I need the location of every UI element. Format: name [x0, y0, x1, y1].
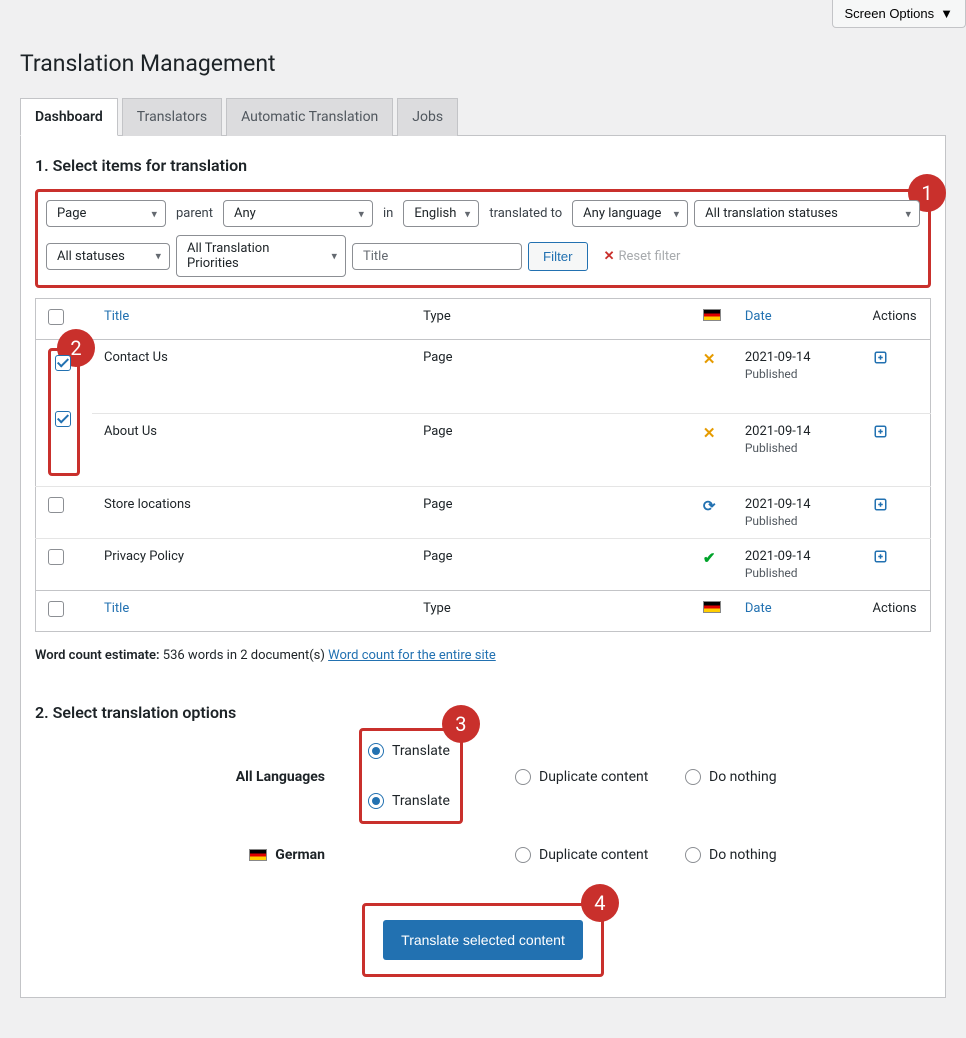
select-all-checkbox-footer[interactable]	[48, 601, 64, 617]
screen-options-button[interactable]: Screen Options ▼	[832, 0, 966, 28]
row-type: Page	[411, 487, 691, 539]
filter-box: 1 Page parent Any in English translated …	[35, 189, 931, 288]
radio-all-nothing[interactable]: Do nothing	[685, 769, 835, 785]
items-table: Title Type Date Actions 2	[35, 298, 931, 632]
table-row: Store locations Page ⟳ 2021-09-14 Publis…	[36, 487, 931, 539]
add-translation-icon[interactable]	[873, 504, 891, 519]
label-translated-to: translated to	[485, 206, 566, 221]
word-count-text: 536 words in 2 document(s)	[163, 648, 325, 663]
row-type: Page	[411, 413, 691, 487]
radio-all-translate[interactable]: Translate	[368, 743, 450, 759]
row-state: Published	[745, 566, 849, 580]
add-translation-icon[interactable]	[873, 431, 891, 446]
radio-input[interactable]	[368, 743, 384, 759]
chevron-down-icon: ▼	[940, 6, 953, 21]
status-x-icon: ✕	[703, 350, 716, 368]
row-date: 2021-09-14	[745, 549, 849, 564]
radio-input[interactable]	[685, 847, 701, 863]
filter-priorities-select[interactable]: All Translation Priorities	[176, 235, 346, 277]
flag-de-icon	[249, 849, 267, 861]
row-state: Published	[745, 441, 849, 455]
row-title: Contact Us	[92, 340, 411, 414]
screen-options-label: Screen Options	[845, 6, 935, 21]
filter-status-select[interactable]: All translation statuses	[694, 200, 920, 227]
status-refresh-icon: ⟳	[703, 497, 716, 515]
word-count-label: Word count estimate:	[35, 648, 160, 663]
row-state: Published	[745, 367, 849, 381]
translate-selected-button[interactable]: Translate selected content	[383, 920, 583, 960]
radio-german-duplicate[interactable]: Duplicate content	[515, 847, 685, 863]
table-row: Privacy Policy Page ✔ 2021-09-14 Publish…	[36, 539, 931, 591]
row-checkbox[interactable]	[55, 355, 71, 371]
col-date[interactable]: Date	[733, 299, 861, 340]
tab-translators[interactable]: Translators	[122, 98, 222, 136]
filter-title-input[interactable]: Title	[352, 243, 522, 270]
section-select-items: 1. Select items for translation	[35, 156, 931, 175]
tab-dashboard[interactable]: Dashboard	[20, 98, 118, 136]
row-type: Page	[411, 539, 691, 591]
row-date: 2021-09-14	[745, 497, 849, 512]
add-translation-icon[interactable]	[873, 357, 891, 372]
row-title: Store locations	[92, 487, 411, 539]
close-icon: ✕	[604, 249, 615, 264]
word-count-link[interactable]: Word count for the entire site	[328, 648, 496, 663]
status-x-icon: ✕	[703, 424, 716, 442]
tabs: Dashboard Translators Automatic Translat…	[20, 97, 946, 136]
row-title: About Us	[92, 413, 411, 487]
radio-input[interactable]	[685, 769, 701, 785]
col-actions-footer: Actions	[861, 591, 931, 632]
tab-jobs[interactable]: Jobs	[397, 98, 458, 136]
row-state: Published	[745, 514, 849, 528]
label-all-languages: All Languages	[35, 769, 365, 785]
word-count: Word count estimate: 536 words in 2 docu…	[35, 648, 931, 663]
row-checkbox[interactable]	[48, 497, 64, 513]
flag-de-icon	[703, 601, 721, 613]
step-badge-3: 3	[442, 705, 480, 743]
filter-button[interactable]: Filter	[528, 242, 588, 271]
radio-german-nothing[interactable]: Do nothing	[685, 847, 835, 863]
filter-parent-select[interactable]: Any	[223, 200, 373, 227]
row-title: Privacy Policy	[92, 539, 411, 591]
add-translation-icon[interactable]	[873, 556, 891, 571]
flag-de-icon	[703, 309, 721, 321]
filter-to-language-select[interactable]: Any language	[572, 200, 688, 227]
filter-type-select[interactable]: Page	[46, 200, 166, 227]
page-title: Translation Management	[20, 50, 946, 77]
col-title-footer[interactable]: Title	[92, 591, 411, 632]
reset-filter-link[interactable]: ✕ Reset filter	[604, 249, 681, 264]
radio-input[interactable]	[515, 769, 531, 785]
label-in: in	[379, 206, 397, 221]
table-row: About Us Page ✕ 2021-09-14 Published	[36, 413, 931, 487]
col-date-footer[interactable]: Date	[733, 591, 861, 632]
section-translation-options: 2. Select translation options	[35, 703, 931, 722]
radio-input[interactable]	[368, 793, 384, 809]
radio-input[interactable]	[515, 847, 531, 863]
step-badge-4: 4	[581, 884, 619, 922]
table-row: 2 Contact Us Page ✕ 2021-09-14 Published	[36, 340, 931, 414]
row-date: 2021-09-14	[745, 424, 849, 439]
tab-automatic[interactable]: Automatic Translation	[226, 98, 393, 136]
col-type: Type	[411, 299, 691, 340]
col-title[interactable]: Title	[92, 299, 411, 340]
row-type: Page	[411, 340, 691, 414]
row-checkbox[interactable]	[48, 549, 64, 565]
label-german: German	[35, 847, 365, 863]
select-all-checkbox[interactable]	[48, 309, 64, 325]
status-check-icon: ✔	[703, 549, 716, 567]
row-date: 2021-09-14	[745, 350, 849, 365]
radio-all-duplicate[interactable]: Duplicate content	[515, 769, 685, 785]
label-parent: parent	[172, 206, 217, 221]
filter-language-select[interactable]: English	[403, 200, 479, 227]
col-actions: Actions	[861, 299, 931, 340]
reset-filter-label: Reset filter	[619, 249, 681, 264]
col-type-footer: Type	[411, 591, 691, 632]
filter-all-statuses-select[interactable]: All statuses	[46, 243, 170, 270]
radio-german-translate[interactable]: Translate	[368, 793, 450, 809]
row-checkbox[interactable]	[55, 411, 71, 427]
